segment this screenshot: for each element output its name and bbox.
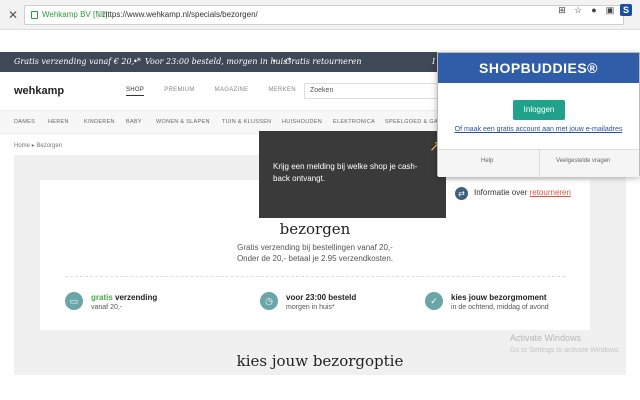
divider bbox=[65, 276, 565, 277]
footer-divider bbox=[539, 150, 540, 178]
category-baby[interactable]: BABY bbox=[126, 119, 142, 125]
category-tuin[interactable]: TUIN & KLUSSEN bbox=[222, 119, 271, 125]
section-title: kies jouw bezorgoptie bbox=[236, 352, 404, 370]
translate-icon[interactable]: ⊞ bbox=[556, 4, 568, 16]
delivery-info-line2: Onder de 20,- betaal je 2.95 verzendkost… bbox=[236, 254, 394, 263]
category-elektronica[interactable]: ELEKTRONICA bbox=[333, 119, 375, 125]
category-heren[interactable]: HEREN bbox=[48, 119, 69, 125]
lock-icon bbox=[31, 11, 38, 19]
category-huishouden[interactable]: HUISHOUDEN bbox=[282, 119, 322, 125]
feature-title: voor 23:00 besteld bbox=[286, 293, 357, 302]
star-icon[interactable]: ☆ bbox=[572, 4, 584, 16]
login-button[interactable]: Inloggen bbox=[513, 100, 565, 120]
url-text[interactable]: https://www.wehkamp.nl/specials/bezorgen… bbox=[103, 10, 258, 19]
feature-highlight: gratis bbox=[91, 293, 113, 302]
popup-header: SHOPBUDDIES® bbox=[438, 53, 639, 83]
promo-delivery: Voor 23:00 besteld, morgen in huis* bbox=[145, 57, 292, 66]
returns-info: Informatie over retourneren bbox=[474, 188, 571, 197]
nav-magazine[interactable]: MAGAZINE bbox=[215, 87, 249, 96]
help-link[interactable]: Help bbox=[481, 158, 493, 164]
search-input[interactable]: Zoeken bbox=[304, 83, 440, 99]
truck-icon: ▭ bbox=[65, 292, 83, 310]
breadcrumb-arrow-icon: ▸ bbox=[31, 143, 35, 149]
promo-extra: I bbox=[432, 57, 436, 66]
nav-merken[interactable]: MERKEN bbox=[268, 87, 295, 96]
search-placeholder: Zoeken bbox=[310, 87, 334, 94]
windows-watermark-subtitle: Go to Settings to activate Windows. bbox=[510, 347, 621, 354]
extension-icons: ⊞ ☆ ● ▣ S bbox=[556, 4, 632, 16]
faq-link[interactable]: Veelgestelde vragen bbox=[556, 158, 610, 164]
category-dames[interactable]: DAMES bbox=[14, 119, 35, 125]
windows-watermark-title: Activate Windows bbox=[510, 333, 582, 343]
category-kinderen[interactable]: KINDEREN bbox=[84, 119, 115, 125]
shopbuddies-logo: SHOPBUDDIES® bbox=[479, 60, 598, 76]
returns-link[interactable]: retourneren bbox=[530, 188, 571, 197]
feature-subtitle: morgen in huis* bbox=[286, 304, 335, 311]
returns-prefix: Informatie over bbox=[474, 188, 528, 197]
category-wonen[interactable]: WONEN & SLAPEN bbox=[156, 119, 210, 125]
nav-premium[interactable]: PREMIUM bbox=[164, 87, 194, 96]
shopbuddies-popup: SHOPBUDDIES® Inloggen Of maak een gratis… bbox=[437, 52, 640, 178]
top-nav: SHOP PREMIUM MAGAZINE MERKEN bbox=[126, 87, 296, 96]
feature-subtitle: in de ochtend, middag of avond bbox=[451, 304, 549, 311]
breadcrumb-home[interactable]: Home bbox=[14, 143, 30, 149]
browser-toolbar: ✕ Wehkamp BV [NL] | https://www.wehkamp.… bbox=[0, 0, 640, 30]
promo-shipping: Gratis verzending vanaf € 20,-* bbox=[14, 57, 141, 66]
category-speelgoed[interactable]: SPEELGOED & GA bbox=[385, 119, 438, 125]
breadcrumb: Home ▸ Bezorgen bbox=[14, 142, 62, 149]
nav-shop[interactable]: SHOP bbox=[126, 87, 145, 96]
popup-footer: Help Veelgestelde vragen bbox=[438, 149, 639, 178]
returns-icon: ⇄ bbox=[455, 187, 468, 200]
feature-title: gratis verzending bbox=[91, 293, 157, 302]
calendar-check-icon: ✓ bbox=[425, 292, 443, 310]
feature-title-text: verzending bbox=[115, 293, 158, 302]
feature-title: kies jouw bezorgmoment bbox=[451, 293, 547, 302]
close-icon[interactable]: ✕ bbox=[8, 8, 18, 22]
address-bar[interactable]: Wehkamp BV [NL] | https://www.wehkamp.nl… bbox=[24, 5, 624, 25]
cashback-tooltip: ↗ Krijg een melding bij welke shop je ca… bbox=[259, 131, 446, 218]
breadcrumb-current: Bezorgen bbox=[36, 143, 63, 149]
url-separator: | bbox=[97, 10, 100, 19]
shopbuddies-icon[interactable]: S bbox=[620, 4, 632, 16]
page-title: bezorgen bbox=[279, 220, 351, 238]
clock-icon: ◷ bbox=[260, 292, 278, 310]
delivery-info: Gratis verzending bij bestellingen vanaf… bbox=[40, 242, 590, 264]
promo-returns: Gratis retourneren bbox=[285, 57, 362, 66]
delivery-info-line1: Gratis verzending bij bestellingen vanaf… bbox=[237, 243, 393, 252]
promo-bullet: • bbox=[272, 57, 277, 66]
feature-subtitle: vanaf 20,- bbox=[91, 304, 123, 311]
extension-icon[interactable]: ▣ bbox=[604, 4, 616, 16]
promo-bullet: • bbox=[133, 57, 138, 66]
tooltip-text: Krijg een melding bij welke shop je cash… bbox=[273, 162, 418, 183]
signup-link[interactable]: Of maak een gratis account aan met jouw … bbox=[438, 126, 639, 133]
extension-icon[interactable]: ● bbox=[588, 4, 600, 16]
wehkamp-logo[interactable]: wehkamp bbox=[14, 85, 64, 97]
